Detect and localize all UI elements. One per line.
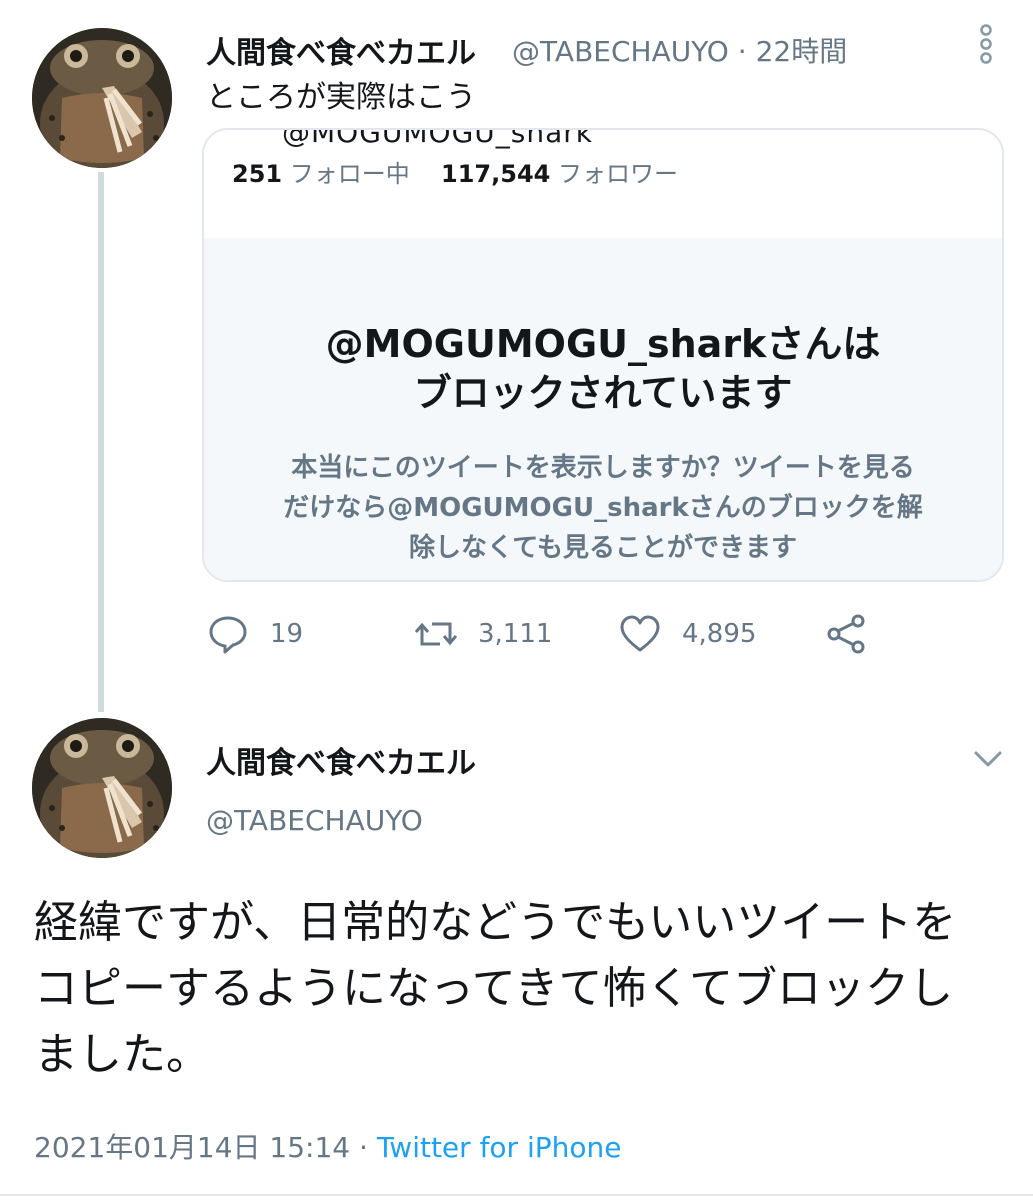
share-icon	[827, 614, 865, 654]
separator: ·	[737, 35, 747, 68]
reply-count: 19	[270, 619, 304, 649]
like-button[interactable]: 4,895	[618, 612, 756, 656]
frog-avatar-image	[32, 28, 172, 168]
blocked-title-line2: ブロックされています	[413, 371, 793, 416]
timestamp[interactable]: 22時間	[756, 35, 848, 68]
retweet-icon	[414, 622, 458, 646]
retweet-count: 3,111	[478, 619, 553, 649]
display-name[interactable]: 人間食べ食べカエル	[206, 738, 476, 782]
thread-line	[98, 172, 104, 712]
handle-and-time: @TABECHAUYO · 22時間	[512, 30, 847, 70]
frog-avatar-image	[32, 718, 172, 858]
like-count: 4,895	[682, 619, 757, 649]
heart-icon	[620, 615, 660, 652]
share-button[interactable]	[824, 612, 868, 656]
followers-label: フォロワー	[557, 160, 678, 188]
avatar[interactable]	[32, 28, 172, 168]
cut-off-handle: @MOGUMOGU_shark	[282, 128, 593, 149]
tweet-text: ところが実際はこう	[206, 80, 476, 115]
blocked-title-line1: @MOGUMOGU_sharkさんは	[325, 322, 881, 366]
follow-stats: 251 フォロー中 117,544 フォロワー	[232, 154, 678, 189]
reply-button[interactable]: 19	[206, 612, 303, 656]
quoted-tweet-card[interactable]: @MOGUMOGU_shark 251 フォロー中 117,544 フォロワー …	[202, 128, 1004, 582]
divider	[0, 1194, 1033, 1196]
tweet-source-link[interactable]: Twitter for iPhone	[377, 1131, 622, 1164]
more-options-icon[interactable]	[972, 22, 1000, 66]
blocked-notice: @MOGUMOGU_sharkさんは ブロックされています 本当にこのツイートを…	[204, 238, 1002, 580]
following-label: フォロー中	[289, 160, 410, 188]
reply-icon	[209, 616, 247, 654]
tweet-datetime[interactable]: 2021年01月14日 15:14	[34, 1131, 350, 1164]
followers-count: 117,544	[441, 160, 551, 188]
blocked-description: 本当にこのツイートを表示しますか？ツイートを見るだけなら@MOGUMOGU_sh…	[283, 453, 923, 563]
chevron-down-icon[interactable]	[970, 740, 1006, 776]
tweet-meta: 2021年01月14日 15:14 · Twitter for iPhone	[34, 1126, 622, 1166]
handle[interactable]: @TABECHAUYO	[512, 35, 729, 68]
separator: ·	[359, 1131, 368, 1164]
blocked-title: @MOGUMOGU_sharkさんは ブロックされています	[204, 320, 1002, 419]
display-name[interactable]: 人間食べ食べカエル	[206, 28, 476, 72]
tweet-body: 経緯ですが、日常的などうでもいいツイートをコピーするようになってきて怖くてブロッ…	[34, 897, 957, 1080]
handle[interactable]: @TABECHAUYO	[206, 804, 423, 837]
following-count: 251	[232, 160, 283, 188]
retweet-button[interactable]: 3,111	[414, 612, 552, 656]
avatar[interactable]	[32, 718, 172, 858]
